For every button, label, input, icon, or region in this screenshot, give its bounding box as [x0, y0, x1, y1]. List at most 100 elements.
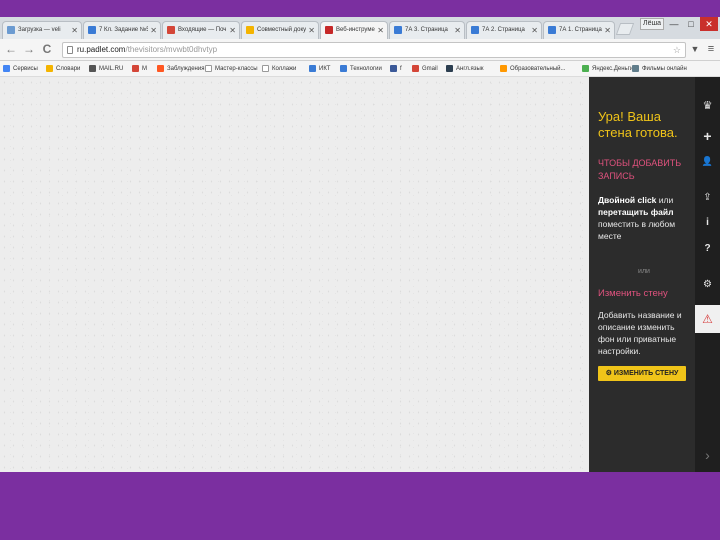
bookmark-item[interactable]: f [390, 63, 402, 75]
warning-icon[interactable]: ⚠ [695, 305, 720, 333]
gear-icon[interactable]: ⚙ [695, 275, 720, 295]
change-wall-button-label: ИЗМЕНИТЬ СТЕНУ [613, 370, 679, 377]
bookmark-label: Gmail [422, 66, 438, 72]
bookmark-icon [46, 64, 53, 72]
add-post-label: ЧТОБЫ ДОБАВИТЬ ЗАПИСЬ [598, 158, 682, 181]
bookmark-item[interactable]: Заблуждения [157, 63, 204, 75]
tab-favicon-icon [394, 26, 402, 34]
tab-favicon-icon [548, 26, 556, 34]
tab-favicon-icon [167, 26, 175, 34]
address-bar[interactable]: ru.padlet.com/thevisitors/mvwbt0dhvtyp ☆ [62, 42, 686, 58]
tab-favicon-icon [471, 26, 479, 34]
bookmark-icon [309, 64, 316, 72]
browser-toolbar: ← → C ru.padlet.com/thevisitors/mvwbt0dh… [0, 39, 720, 61]
bookmark-item[interactable]: Англ.язык [446, 63, 483, 75]
tab[interactable]: 7А 1. Страница ✕ [543, 21, 615, 39]
bookmark-label: ИКТ [319, 66, 331, 72]
tab-favicon-icon [246, 26, 254, 34]
tab-close-icon[interactable]: ✕ [454, 22, 461, 39]
bookmark-label: Словари [56, 66, 81, 72]
minimize-button[interactable]: — [666, 17, 682, 31]
tab[interactable]: 7А 3. Страница ✕ [389, 21, 465, 39]
add-post-bold-2: перетащить файл [598, 207, 674, 217]
bookmark-item[interactable]: M [132, 63, 147, 75]
padlet-logo-icon[interactable]: ♛ [695, 96, 720, 116]
tab-title: 7 Кл. Задание №5 [99, 27, 148, 33]
page-icon [67, 46, 73, 54]
bookmark-item[interactable]: Сервисы [3, 63, 38, 75]
url-host: ru.padlet.com [77, 45, 126, 54]
tab-close-icon[interactable]: ✕ [150, 22, 157, 39]
tab-strip: Загрузка — veli ✕ 7 Кл. Задание №5 ✕ Вхо… [0, 17, 720, 39]
profile-name[interactable]: Лёша [640, 18, 664, 30]
bookmark-label: Заблуждения [167, 66, 205, 72]
plus-icon[interactable]: + [695, 126, 720, 146]
bookmark-item[interactable]: Словари [46, 63, 80, 75]
bookmark-item[interactable]: Коллажи [262, 63, 296, 75]
share-icon[interactable]: ⇪ [695, 188, 720, 208]
close-window-button[interactable]: ✕ [700, 17, 718, 31]
bookmark-label: M [142, 66, 147, 72]
tab-title: Загрузка — veli [18, 27, 61, 33]
add-post-instructions: Двойной click или перетащить файл помест… [598, 194, 690, 242]
folder-icon [262, 64, 269, 72]
bookmark-icon [582, 64, 589, 72]
extension-icon[interactable]: ▼ [688, 42, 702, 56]
bookmark-label: Технологии [350, 66, 382, 72]
bookmark-star-icon[interactable]: ☆ [673, 43, 681, 57]
bookmark-item[interactable]: Gmail [412, 63, 438, 75]
folder-icon [205, 64, 212, 72]
user-icon[interactable]: 👤 [695, 151, 720, 171]
bookmark-label: Мастер-классы [215, 66, 258, 72]
bookmark-item[interactable]: Мастер-классы [205, 63, 258, 75]
bookmark-icon [89, 64, 96, 72]
bookmark-icon [3, 64, 10, 72]
bookmark-label: f [400, 66, 402, 72]
tab-close-icon[interactable]: ✕ [308, 22, 315, 39]
bookmark-icon [340, 64, 347, 72]
tab-close-icon[interactable]: ✕ [229, 22, 236, 39]
welcome-panel: Ура! Ваша стена готова. ЧТОБЫ ДОБАВИТЬ З… [589, 77, 695, 472]
padlet-wall-canvas[interactable] [0, 77, 589, 472]
info-icon[interactable]: i [695, 213, 720, 233]
browser-window: Загрузка — veli ✕ 7 Кл. Задание №5 ✕ Вхо… [0, 17, 720, 472]
menu-icon[interactable]: ≡ [704, 42, 718, 56]
gear-icon: ⚙ [605, 370, 614, 377]
bookmark-item[interactable]: Технологии [340, 63, 382, 75]
tab[interactable]: Совместный доку ✕ [241, 21, 319, 39]
tab-title: Входящие — Поч [178, 27, 227, 33]
tab-title: 7А 2. Страница [482, 27, 525, 33]
bookmarks-bar: Сервисы Словари MAIL.RU M Заблуждения Ма… [0, 61, 720, 77]
change-wall-button[interactable]: ⚙ ИЗМЕНИТЬ СТЕНУ [598, 366, 686, 381]
tab[interactable]: Входящие — Поч ✕ [162, 21, 240, 39]
tab-close-icon[interactable]: ✕ [377, 22, 384, 39]
bookmark-item[interactable]: MAIL.RU [89, 63, 123, 75]
tab-close-icon[interactable]: ✕ [531, 22, 538, 39]
change-wall-instructions: Добавить название и описание изменить фо… [598, 310, 682, 356]
url-text: ru.padlet.com/thevisitors/mvwbt0dhvtyp [77, 43, 217, 57]
reload-button[interactable]: C [40, 42, 54, 56]
tab[interactable]: Загрузка — veli ✕ [2, 21, 82, 39]
bookmark-item[interactable]: Образовательный... [500, 63, 565, 75]
bookmark-label: Англ.язык [456, 66, 484, 72]
help-icon[interactable]: ? [695, 239, 720, 259]
bookmark-item[interactable]: Яндекс.Деньги [582, 63, 633, 75]
tab-title: Веб-инструменты [336, 27, 375, 33]
new-tab-button[interactable] [615, 23, 635, 35]
bookmark-icon [446, 64, 453, 72]
forward-button[interactable]: → [22, 42, 36, 56]
tab-close-icon[interactable]: ✕ [604, 22, 611, 39]
maximize-button[interactable]: □ [683, 17, 699, 31]
tab-title: 7А 3. Страница [405, 27, 448, 33]
tab[interactable]: 7А 2. Страница ✕ [466, 21, 542, 39]
bookmark-item[interactable]: ИКТ [309, 63, 330, 75]
bookmark-label: Образовательный... [510, 66, 566, 72]
chevron-right-icon[interactable]: › [695, 445, 720, 465]
facebook-icon [390, 64, 397, 72]
back-button[interactable]: ← [4, 42, 18, 56]
tab[interactable]: 7 Кл. Задание №5 ✕ [83, 21, 161, 39]
url-path: /thevisitors/mvwbt0dhvtyp [125, 45, 218, 54]
tab-active[interactable]: Веб-инструменты ✕ [320, 21, 388, 39]
bookmark-item[interactable]: Фильмы онлайн [632, 63, 687, 75]
tab-close-icon[interactable]: ✕ [71, 22, 78, 39]
